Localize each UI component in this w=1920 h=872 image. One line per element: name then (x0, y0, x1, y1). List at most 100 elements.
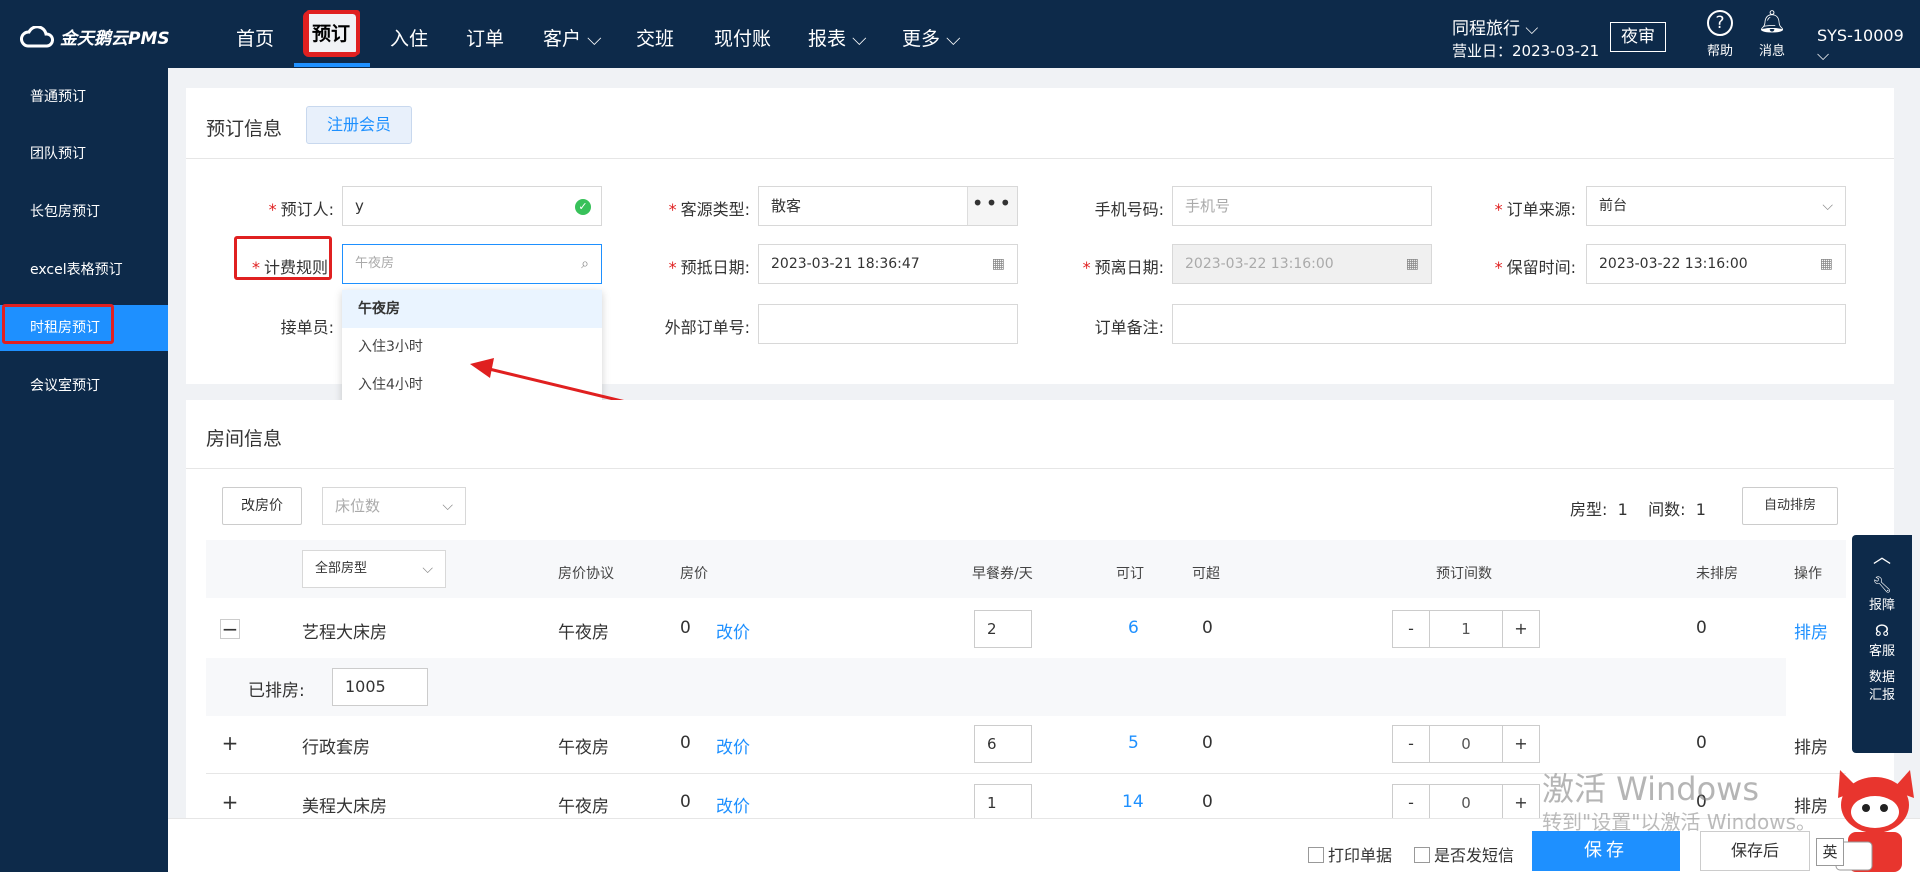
question-icon: ? (1707, 10, 1733, 36)
assign-room-link[interactable]: 排房 (1794, 733, 1828, 758)
room-card (186, 400, 1894, 820)
plus-button[interactable]: + (1503, 785, 1539, 821)
change-price-link[interactable]: 改价 (716, 733, 750, 758)
guest-type-input[interactable]: 散客 ••• (758, 186, 1018, 226)
external-order-input[interactable] (758, 304, 1018, 344)
hotel-name: 同程旅行 (1452, 19, 1520, 39)
agreement: 午夜房 (558, 623, 609, 643)
assigned-room-chip[interactable]: 1005 (332, 668, 428, 706)
breakfast-input[interactable]: 2 (974, 610, 1032, 648)
data-report-button[interactable]: 数据 汇报 (1852, 669, 1912, 705)
save-after-button[interactable]: 保存后 (1700, 831, 1810, 871)
hotel-selector[interactable]: 同程旅行 ⌵ (1452, 14, 1538, 39)
nav-orders[interactable]: 订单 (466, 24, 504, 51)
nav-active-underline (294, 63, 370, 67)
assigned-label: 已排房: (248, 681, 305, 701)
nav-cash[interactable]: 现付账 (714, 24, 771, 51)
sidebar-item-group[interactable]: 团队预订 (0, 131, 168, 177)
assign-room-link[interactable]: 排房 (1794, 618, 1828, 643)
quantity-stepper[interactable]: -1 + (1392, 610, 1540, 648)
help-button[interactable]: ? 帮助 (1700, 10, 1740, 59)
sms-checkbox[interactable]: 是否发短信 (1414, 842, 1514, 866)
header-breakfast: 早餐券/天 (972, 566, 1033, 582)
search-icon: ⌕ (581, 256, 589, 272)
available-count[interactable]: 14 (1122, 792, 1144, 812)
collapse-button[interactable]: − (220, 619, 240, 639)
checkbox-icon (1414, 847, 1430, 863)
nav-customers-label: 客户 (543, 28, 582, 50)
floating-toolbar: ︿ 🔧︎ 报障 ☊ 客服 数据 汇报 (1852, 535, 1912, 753)
overbook-count: 0 (1202, 618, 1213, 638)
dropdown-option[interactable]: 午夜房 (342, 290, 602, 328)
print-checkbox[interactable]: 打印单据 (1308, 842, 1392, 866)
expand-button[interactable]: + (220, 733, 240, 754)
minus-button[interactable]: - (1393, 726, 1429, 762)
source-select[interactable]: 前台 ⌵ (1586, 186, 1846, 226)
order-remark-textarea[interactable] (1172, 304, 1846, 344)
quantity-stepper[interactable]: -0 + (1392, 784, 1540, 822)
calendar-icon: ▦ (1405, 256, 1419, 272)
minus-button[interactable]: - (1393, 611, 1429, 647)
app-logo[interactable]: 金天鹅云PMS (20, 24, 170, 49)
order-remark-label: 订单备注: (1094, 318, 1164, 337)
source-label: * 订单来源: (1494, 200, 1576, 219)
night-audit-button[interactable]: 夜审 (1610, 22, 1666, 52)
price: 0 (680, 618, 691, 638)
help-label: 帮助 (1706, 44, 1733, 59)
more-dots-icon[interactable]: ••• (967, 187, 1017, 225)
headset-icon: ☊ (1874, 621, 1890, 640)
arrival-date-input[interactable]: 2023-03-21 18:36:47 ▦ (758, 244, 1018, 284)
chevron-down-icon: ⌵ (852, 28, 867, 50)
plus-button[interactable]: + (1503, 611, 1539, 647)
change-price-link[interactable]: 改价 (716, 792, 750, 817)
top-nav-bar: 金天鹅云PMS 首页 预订 入住 订单 客户 ⌵ 交班 现付账 报表 ⌵ 更多 … (0, 0, 1920, 68)
room-type-name: 行政套房 (302, 738, 370, 758)
assigned-row (206, 658, 1786, 716)
sidebar-item-long-stay[interactable]: 长包房预订 (0, 189, 168, 235)
app-name: 金天鹅云PMS (60, 29, 170, 49)
account-menu[interactable]: SYS-10009 ⌵ (1817, 26, 1920, 65)
available-count[interactable]: 5 (1128, 733, 1139, 753)
room-type-filter[interactable]: 全部房型 ⌵ (302, 550, 446, 588)
report-issue-button[interactable]: 🔧︎ 报障 (1852, 575, 1912, 613)
minus-button[interactable]: - (1393, 785, 1429, 821)
price: 0 (680, 733, 691, 753)
expand-button[interactable]: + (220, 792, 240, 813)
sidebar-item-normal[interactable]: 普通预订 (0, 74, 168, 120)
nav-reports[interactable]: 报表 ⌵ (808, 24, 866, 51)
register-member-button[interactable]: 注册会员 (306, 106, 412, 144)
sidebar-item-excel[interactable]: excel表格预订 (0, 247, 168, 293)
booker-input[interactable]: y ✓ (342, 186, 602, 226)
available-count[interactable]: 6 (1128, 618, 1139, 638)
phone-input[interactable]: 手机号 (1172, 186, 1432, 226)
chevron-up-icon[interactable]: ︿ (1852, 543, 1912, 569)
account-name: SYS-10009 (1817, 26, 1904, 45)
save-button[interactable]: 保存 (1532, 831, 1680, 871)
change-price-link[interactable]: 改价 (716, 618, 750, 643)
nav-home[interactable]: 首页 (236, 24, 274, 51)
nav-customers[interactable]: 客户 ⌵ (543, 24, 601, 51)
header-unassigned: 未排房 (1696, 566, 1738, 582)
sidebar-item-meeting[interactable]: 会议室预订 (0, 363, 168, 409)
nav-shift[interactable]: 交班 (636, 24, 674, 51)
external-order-label: 外部订单号: (664, 318, 750, 337)
breakfast-input[interactable]: 6 (974, 725, 1032, 763)
plus-button[interactable]: + (1503, 726, 1539, 762)
change-price-button[interactable]: 改房价 (222, 487, 302, 525)
nav-more[interactable]: 更多 ⌵ (902, 24, 960, 51)
nav-checkin[interactable]: 入住 (390, 24, 428, 51)
hold-time-input[interactable]: 2023-03-22 13:16:00 ▦ (1586, 244, 1846, 284)
bed-count-select[interactable]: 床位数 ⌵ (322, 487, 466, 525)
customer-service-button[interactable]: ☊ 客服 (1852, 621, 1912, 659)
quantity-stepper[interactable]: -0 + (1392, 725, 1540, 763)
arrival-label: * 预抵日期: (668, 258, 750, 277)
billing-rule-select[interactable]: 午夜房 ⌕ (342, 244, 602, 284)
message-button[interactable]: 🔔︎ 消息 (1752, 10, 1792, 59)
header-quantity: 预订间数 (1436, 566, 1492, 582)
chevron-down-icon: ⌵ (1525, 19, 1539, 39)
receiver-label: 接单员: (280, 318, 334, 337)
breakfast-input[interactable]: 1 (974, 784, 1032, 822)
auto-assign-button[interactable]: 自动排房 (1742, 487, 1838, 525)
ime-indicator[interactable]: 英 (1816, 838, 1844, 866)
highlight-billing-box (234, 236, 332, 280)
